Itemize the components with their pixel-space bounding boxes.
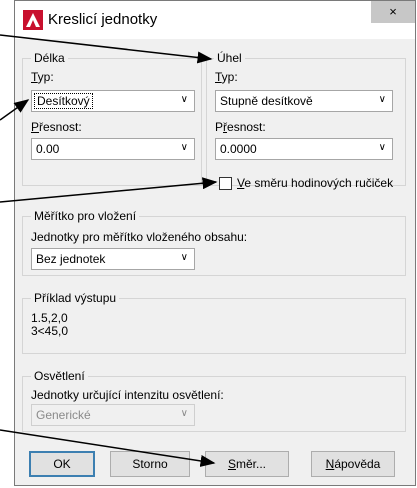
arrow-to-length-type xyxy=(0,99,30,121)
arrow-to-angle-group xyxy=(0,34,213,64)
annotation-arrows xyxy=(0,34,218,467)
arrow-to-clockwise-checkbox xyxy=(0,177,218,203)
arrow-to-direction-button xyxy=(0,429,216,467)
